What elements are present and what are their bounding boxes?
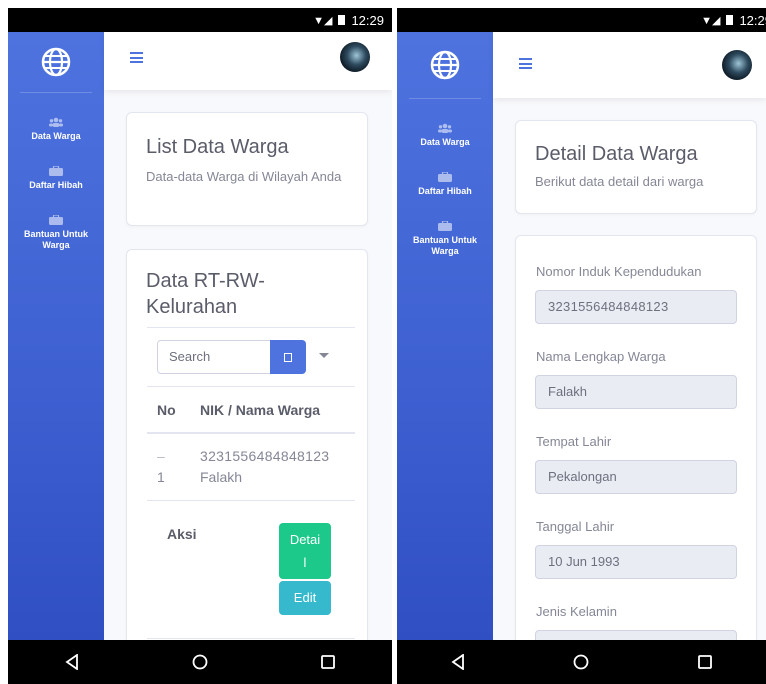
phone-list-screen: ▼◢ 12:29 Data Warga Daftar Hibah Bantuan… xyxy=(8,8,392,684)
avatar[interactable] xyxy=(340,42,370,72)
row-expand-toggle[interactable]: – xyxy=(157,446,165,467)
search-button[interactable] xyxy=(270,340,306,374)
detail-form-card: Nomor Induk Kependudukan 323155648484812… xyxy=(515,235,757,684)
page-subtitle: Data-data Warga di Wilayah Anda xyxy=(146,169,342,184)
users-icon xyxy=(49,117,63,127)
brand-logo[interactable] xyxy=(409,32,481,99)
status-bar: ▼◢ 12:29 xyxy=(8,8,392,32)
tempat-lahir-field[interactable]: Pekalongan xyxy=(535,460,737,494)
sidebar-item-label: Data Warga xyxy=(420,137,470,147)
signal-icon: ▼◢ xyxy=(701,14,721,27)
battery-icon xyxy=(726,15,734,25)
sidebar-item-label: Bantuan Untuk Warga xyxy=(24,229,88,250)
chevron-down-icon[interactable] xyxy=(319,353,329,358)
battery-icon xyxy=(338,15,346,25)
square-icon xyxy=(284,352,292,362)
back-icon[interactable] xyxy=(65,654,79,670)
data-table-card: Data RT-RW-Kelurahan Search No NIK / Nam… xyxy=(126,249,368,684)
briefcase-icon xyxy=(49,215,63,225)
column-header-nik-nama: NIK / Nama Warga xyxy=(200,402,321,418)
sidebar-item-label: Daftar Hibah xyxy=(29,180,83,190)
search-input[interactable]: Search xyxy=(157,340,271,374)
signal-icon: ▼◢ xyxy=(313,14,333,27)
nama-field[interactable]: Falakh xyxy=(535,375,737,409)
sidebar: Data Warga Daftar Hibah Bantuan Untuk Wa… xyxy=(397,32,493,640)
home-icon[interactable] xyxy=(573,654,589,670)
recents-icon[interactable] xyxy=(697,655,712,669)
field-label-tempat-lahir: Tempat Lahir xyxy=(536,434,612,449)
topbar xyxy=(493,32,766,98)
sidebar-item-label: Data Warga xyxy=(31,131,81,141)
divider xyxy=(147,327,355,328)
menu-icon[interactable] xyxy=(130,52,143,63)
recents-icon[interactable] xyxy=(321,655,336,669)
table-card-title: Data RT-RW-Kelurahan xyxy=(146,270,265,318)
page-title: List Data Warga xyxy=(146,136,289,158)
sidebar-item-data-warga[interactable]: Data Warga xyxy=(8,117,104,142)
phone-detail-screen: ▼◢ 12:29 Data Warga Daftar Hibah xyxy=(397,8,766,684)
row-nik: 3231556484848123 xyxy=(200,448,330,464)
globe-icon xyxy=(41,47,71,77)
sidebar-item-data-warga[interactable]: Data Warga xyxy=(397,123,493,148)
row-number: 1 xyxy=(157,469,165,485)
users-icon xyxy=(438,123,452,133)
home-icon[interactable] xyxy=(192,654,208,670)
sidebar-item-daftar-hibah[interactable]: Daftar Hibah xyxy=(8,166,104,191)
sidebar: Data Warga Daftar Hibah Bantuan Untuk Wa… xyxy=(8,32,104,640)
briefcase-icon xyxy=(438,221,452,231)
page-title: Detail Data Warga xyxy=(535,143,698,165)
edit-button[interactable]: Edit xyxy=(279,581,331,615)
field-label-tanggal-lahir: Tanggal Lahir xyxy=(536,519,615,534)
avatar[interactable] xyxy=(722,50,752,80)
row-nama: Falakh xyxy=(200,469,243,485)
android-navigation-bar xyxy=(8,640,392,684)
briefcase-icon xyxy=(49,166,63,176)
sidebar-item-daftar-hibah[interactable]: Daftar Hibah xyxy=(397,172,493,197)
sidebar-item-bantuan[interactable]: Bantuan Untuk Warga xyxy=(397,221,493,257)
sidebar-item-bantuan[interactable]: Bantuan Untuk Warga xyxy=(8,215,104,251)
aksi-label: Aksi xyxy=(167,526,197,542)
brand-logo[interactable] xyxy=(20,32,92,93)
briefcase-icon xyxy=(438,172,452,182)
detail-button[interactable]: Detail xyxy=(279,523,331,579)
tanggal-lahir-field[interactable]: 10 Jun 1993 xyxy=(535,545,737,579)
menu-icon[interactable] xyxy=(519,58,532,69)
column-header-no: No xyxy=(157,402,176,418)
status-bar: ▼◢ 12:29 xyxy=(397,8,766,32)
divider xyxy=(147,386,355,387)
back-icon[interactable] xyxy=(451,654,465,670)
field-label-nama: Nama Lengkap Warga xyxy=(536,349,666,364)
field-label-jenis-kelamin: Jenis Kelamin xyxy=(536,604,617,619)
divider xyxy=(147,432,355,434)
globe-icon xyxy=(430,50,460,80)
sidebar-item-label: Bantuan Untuk Warga xyxy=(413,235,477,256)
divider xyxy=(147,500,355,501)
field-label-nik: Nomor Induk Kependudukan xyxy=(536,264,702,279)
nik-field[interactable]: 3231556484848123 xyxy=(535,290,737,324)
page-header-card: Detail Data Warga Berikut data detail da… xyxy=(515,120,757,214)
divider xyxy=(147,638,355,639)
status-time: 12:29 xyxy=(739,12,766,28)
page-subtitle: Berikut data detail dari warga xyxy=(535,174,704,189)
android-navigation-bar xyxy=(397,640,766,684)
page-header-card: List Data Warga Data-data Warga di Wilay… xyxy=(126,112,368,226)
sidebar-item-label: Daftar Hibah xyxy=(418,186,472,196)
status-time: 12:29 xyxy=(351,12,384,28)
topbar xyxy=(104,32,392,90)
